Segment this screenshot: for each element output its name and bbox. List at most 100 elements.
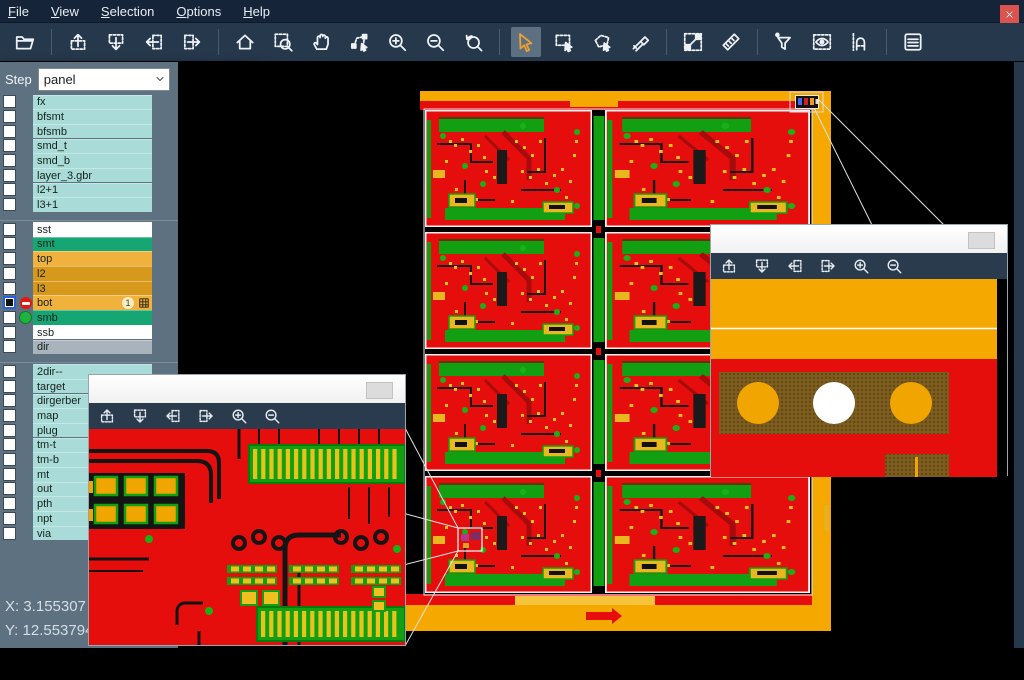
layer-visibility-checkbox[interactable]: [3, 394, 16, 407]
layer-marker[interactable]: [18, 394, 33, 407]
pan-left-icon[interactable]: [783, 255, 807, 277]
zoom-view-content[interactable]: [89, 429, 405, 645]
select-cursor-icon[interactable]: [511, 27, 541, 57]
layer-visibility-checkbox[interactable]: [3, 380, 16, 393]
zoom-window-detail[interactable]: [88, 374, 406, 646]
layer-marker[interactable]: [18, 365, 33, 378]
layer-marker[interactable]: [18, 282, 33, 295]
pan-right-icon[interactable]: [194, 405, 218, 427]
layer-visibility-checkbox[interactable]: [3, 409, 16, 422]
layer-name-chip[interactable]: smt: [33, 237, 152, 252]
layer-marker[interactable]: [18, 424, 33, 437]
step-select[interactable]: panel: [38, 68, 170, 91]
layer-marker[interactable]: [18, 482, 33, 495]
view-options-icon[interactable]: [807, 27, 837, 57]
pan-up-icon[interactable]: [717, 255, 741, 277]
layer-visibility-checkbox[interactable]: [3, 110, 16, 123]
popup-titlebar-button[interactable]: [366, 382, 393, 399]
layer-visibility-checkbox[interactable]: [3, 154, 16, 167]
layer-row-layer_3.gbr[interactable]: layer_3.gbr: [0, 168, 178, 182]
zoom-window-titlebar[interactable]: [711, 225, 1007, 253]
layer-visibility-checkbox[interactable]: [3, 183, 16, 196]
layer-visibility-checkbox[interactable]: [3, 512, 16, 525]
layer-row-fx[interactable]: fx: [0, 95, 178, 109]
layer-marker[interactable]: [18, 438, 33, 451]
layer-visibility-checkbox[interactable]: [3, 340, 16, 353]
layer-marker[interactable]: [18, 183, 33, 196]
layer-row-bot[interactable]: bot1: [0, 296, 178, 310]
menu-help[interactable]: Help: [243, 4, 270, 19]
layer-visibility-checkbox[interactable]: [3, 198, 16, 211]
close-icon[interactable]: [1000, 5, 1019, 23]
layer-visibility-checkbox[interactable]: [3, 296, 16, 309]
layer-marker[interactable]: [18, 326, 33, 339]
pan-down-icon[interactable]: [101, 27, 131, 57]
measure-distance-icon[interactable]: [678, 27, 708, 57]
zoom-out-icon[interactable]: [882, 255, 906, 277]
layer-marker[interactable]: [18, 252, 33, 265]
layer-marker[interactable]: [18, 468, 33, 481]
layer-visibility-checkbox[interactable]: [3, 282, 16, 295]
layer-marker[interactable]: [18, 453, 33, 466]
layer-row-l2[interactable]: l2: [0, 267, 178, 281]
rect-select-icon[interactable]: [549, 27, 579, 57]
layer-name-chip[interactable]: fx: [33, 95, 152, 110]
layer-name-chip[interactable]: l2: [33, 266, 152, 281]
layer-visibility-checkbox[interactable]: [3, 237, 16, 250]
menu-options[interactable]: Options: [176, 4, 221, 19]
layer-name-chip[interactable]: sst: [33, 222, 152, 237]
layer-visibility-checkbox[interactable]: [3, 365, 16, 378]
snap-magnet-icon[interactable]: [845, 27, 875, 57]
clean-brush-icon[interactable]: [625, 27, 655, 57]
filter-icon[interactable]: [769, 27, 799, 57]
layer-marker[interactable]: [18, 267, 33, 280]
layers-panel-icon[interactable]: [898, 27, 928, 57]
layer-marker[interactable]: [18, 237, 33, 250]
layer-name-chip[interactable]: layer_3.gbr: [33, 168, 152, 183]
zoom-previous-icon[interactable]: [458, 27, 488, 57]
layer-name-chip[interactable]: top: [33, 251, 152, 266]
menu-file[interactable]: File: [8, 4, 29, 19]
layer-name-chip[interactable]: smd_b: [33, 153, 152, 168]
pan-down-icon[interactable]: [750, 255, 774, 277]
layer-row-smd_b[interactable]: smd_b: [0, 154, 178, 168]
layer-row-ssb[interactable]: ssb: [0, 325, 178, 339]
pan-hand-icon[interactable]: [306, 27, 336, 57]
polygon-select-icon[interactable]: [587, 27, 617, 57]
layer-name-chip[interactable]: bfsmt: [33, 109, 152, 124]
popup-titlebar-button[interactable]: [968, 232, 995, 249]
layer-visibility-checkbox[interactable]: [3, 125, 16, 138]
chevron-down-icon[interactable]: [152, 69, 169, 90]
layer-name-chip[interactable]: ssb: [33, 325, 152, 340]
layer-visibility-checkbox[interactable]: [3, 252, 16, 265]
pan-right-icon[interactable]: [816, 255, 840, 277]
zoom-region-icon[interactable]: [268, 27, 298, 57]
layer-marker[interactable]: [18, 223, 33, 236]
layer-visibility-checkbox[interactable]: [3, 468, 16, 481]
layer-marker[interactable]: [18, 497, 33, 510]
ruler-icon[interactable]: [716, 27, 746, 57]
layer-name-chip[interactable]: bfsmb: [33, 124, 152, 139]
pan-left-icon[interactable]: [139, 27, 169, 57]
layer-name-chip[interactable]: dir: [33, 340, 152, 355]
layer-row-l3+1[interactable]: l3+1: [0, 198, 178, 212]
layer-marker[interactable]: [18, 311, 33, 324]
pan-right-icon[interactable]: [177, 27, 207, 57]
layer-name-chip[interactable]: l3+1: [33, 197, 152, 212]
layer-name-chip[interactable]: l3: [33, 281, 152, 296]
pan-up-icon[interactable]: [63, 27, 93, 57]
layer-marker[interactable]: [18, 409, 33, 422]
layer-row-bfsmb[interactable]: bfsmb: [0, 124, 178, 138]
zoom-window-fiducial[interactable]: [710, 224, 1008, 476]
layer-visibility-checkbox[interactable]: [3, 267, 16, 280]
layer-marker[interactable]: [18, 527, 33, 540]
layer-visibility-checkbox[interactable]: [3, 139, 16, 152]
layer-name-chip[interactable]: l2+1: [33, 183, 152, 198]
zoom-in-icon[interactable]: [382, 27, 412, 57]
layer-name-chip[interactable]: bot1: [33, 295, 152, 310]
layer-marker[interactable]: [18, 95, 33, 108]
layer-marker[interactable]: [18, 169, 33, 182]
layer-visibility-checkbox[interactable]: [3, 326, 16, 339]
zoom-in-icon[interactable]: [227, 405, 251, 427]
layer-marker[interactable]: [18, 110, 33, 123]
